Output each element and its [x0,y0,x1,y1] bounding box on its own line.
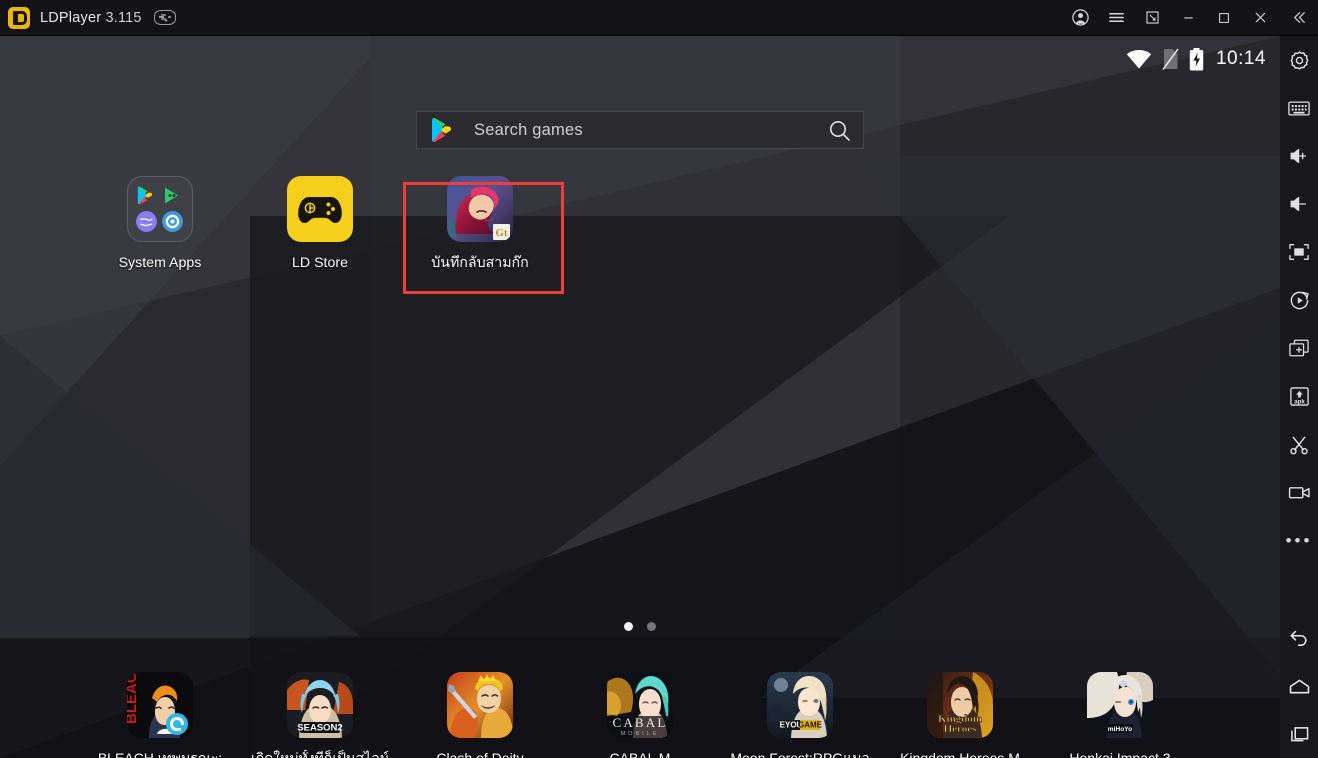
dock-icon-cabal-m[interactable]: CABAL MOBILE CABAL M [560,672,720,758]
ld-store-icon [287,176,353,242]
app-label: บันทึกลับสามก๊ก [431,255,529,271]
dock-label: BLEACH เทพมรณะ: ชีวิตนิรันดร์(ล... [97,750,223,758]
browser-mini-icon [136,210,157,232]
sidebar-settings[interactable] [1280,36,1318,84]
clash-of-deity-icon [447,672,513,738]
collapse-sidebar-button[interactable] [1278,0,1318,36]
no-sim-icon [1162,48,1179,70]
close-button[interactable] [1242,0,1278,36]
dock-label: เกิดใหม่ทั้งทีก็เป็นสไลม์ไปซะแล้ว:โล... [250,750,390,758]
svg-text:GAME: GAME [798,721,823,730]
account-button[interactable] [1062,0,1098,36]
svg-text:miHoYo: miHoYo [1108,726,1132,733]
app-label: System Apps [118,255,202,271]
svg-text:CABAL: CABAL [612,715,667,730]
ldplayer-logo-icon [8,6,30,29]
more-dots-icon: ••• [1285,530,1313,550]
dock-icon-moon-forest[interactable]: EYOU GAME Moon Forest:RPGแนวตั้ง [720,672,880,758]
page-indicator [0,622,1280,631]
app-version-text: 3.115 [105,9,142,26]
window-controls [1062,0,1318,36]
sidebar-screenshot[interactable] [1280,420,1318,468]
status-time: 10:14 [1215,48,1266,69]
sidebar-multi-instance[interactable] [1280,324,1318,372]
page-dot-1[interactable] [624,622,633,631]
app-icon-system-apps[interactable]: System Apps [80,176,240,272]
kingdom-heroes-m-icon: Kingdom Heroes [927,672,993,738]
sidebar-keyboard[interactable] [1280,84,1318,132]
sidebar-install-apk[interactable]: apk [1280,372,1318,420]
bleach-icon: BLEACH [127,672,193,738]
search-games-bar[interactable]: Search games [416,111,864,149]
maximize-button[interactable] [1206,0,1242,36]
sidebar-volume-up[interactable] [1280,132,1318,180]
android-status-bar: 10:14 [0,36,1280,82]
page-dot-2[interactable] [647,622,656,631]
settings-mini-icon [161,210,183,232]
menu-button[interactable] [1098,0,1134,36]
title-bar: LDPlayer 3.115 [0,0,1318,36]
sidebar-more[interactable]: ••• [1280,516,1318,564]
svg-text:Gt: Gt [495,227,508,239]
sidebar-volume-down[interactable] [1280,180,1318,228]
android-screen[interactable]: 10:14 Search games System Apps LD Store … [0,36,1280,758]
app-name-text: LDPlayer [40,9,102,26]
dock-icon-clash-of-deity[interactable]: Clash of Deity [400,672,560,758]
dock-label: Clash of Deity [436,750,524,758]
app-label: LD Store [292,255,348,271]
ldplayer-window: LDPlayer 3.115 10:14 Search games System… [0,0,1318,758]
sidebar-video-record[interactable] [1280,468,1318,516]
dock-label: Kingdom Heroes M [900,750,1020,758]
sidebar-recents[interactable] [1280,710,1318,758]
cabal-m-icon: CABAL MOBILE [607,672,673,738]
app-dock: BLEACH BLEACH เทพมรณะ: ชีวิตนิรันดร์(ล..… [0,672,1280,758]
sidebar-back[interactable] [1280,614,1318,662]
svg-text:MOBILE: MOBILE [621,731,660,737]
sidebar-macro-record[interactable] [1280,276,1318,324]
honkai-impact-3-icon: miHoYo [1087,672,1153,738]
sidebar-fullscreen[interactable] [1280,228,1318,276]
sidebar-home[interactable] [1280,662,1318,710]
dock-icon-kingdom-heroes-m[interactable]: Kingdom Heroes Kingdom Heroes M [880,672,1040,758]
system-apps-folder-icon [127,176,193,242]
dock-icon-honkai-impact-3[interactable]: miHoYo Honkai Impact 3 [1040,672,1200,758]
ldplayer-toolbar: apk ••• [1280,36,1318,758]
play-store-mini-icon [136,185,157,206]
google-play-icon [431,117,456,143]
app-icon-ld-store[interactable]: LD Store [240,176,400,272]
battery-charging-icon [1189,47,1204,71]
dock-label: Honkai Impact 3 [1069,750,1171,758]
search-icon[interactable] [828,119,851,142]
svg-text:SEASON2: SEASON2 [297,723,342,734]
dock-label: Moon Forest:RPGแนวตั้ง [730,750,870,758]
resize-button[interactable] [1134,0,1170,36]
window-title: LDPlayer 3.115 [40,10,142,26]
moon-forest-icon: EYOU GAME [767,672,833,738]
minimize-button[interactable] [1170,0,1206,36]
dock-label: CABAL M [609,750,671,758]
search-input-placeholder[interactable]: Search games [474,121,828,140]
banthuek-lap-sam-kok-icon: Gt [447,176,513,242]
wifi-icon [1126,50,1152,69]
video-player-mini-icon [162,185,183,206]
svg-text:apk: apk [1294,398,1305,405]
app-icon-banthuek-lap-sam-kok[interactable]: Gt บันทึกลับสามก๊ก [400,176,560,272]
svg-text:Heroes: Heroes [944,723,978,735]
dock-icon-slime[interactable]: SEASON2 เกิดใหม่ทั้งทีก็เป็นสไลม์ไปซะแล้… [240,672,400,758]
svg-text:BLEACH: BLEACH [127,672,140,724]
gamepad-icon[interactable] [153,10,176,25]
home-screen-grid: System Apps LD Store Gt บันทึกลับสามก๊ก [0,176,1280,272]
slime-season2-icon: SEASON2 [287,672,353,738]
dock-icon-bleach[interactable]: BLEACH BLEACH เทพมรณะ: ชีวิตนิรันดร์(ล..… [80,672,240,758]
